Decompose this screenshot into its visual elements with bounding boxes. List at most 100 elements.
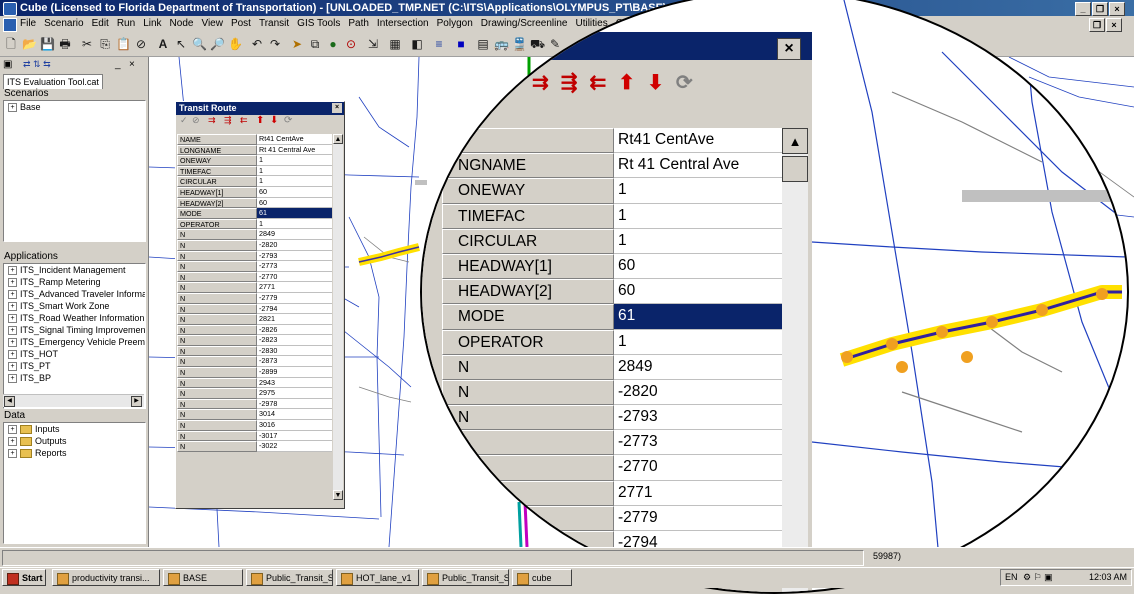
magnified-reverse-route-icon[interactable]: ⟳ (676, 70, 693, 95)
attribute-value-field[interactable]: 2821 (257, 314, 332, 325)
expand-icon[interactable]: + (8, 350, 17, 360)
text-tool-icon[interactable]: A (156, 37, 170, 51)
attribute-value-field[interactable]: 2771 (257, 282, 332, 293)
catalog-tab[interactable]: ITS Evaluation Tool.cat (3, 74, 103, 89)
application-tree-item[interactable]: + ITS_PT (4, 360, 145, 372)
taskbar-button[interactable]: BASE (163, 569, 243, 586)
attribute-value-field[interactable]: 3014 (257, 409, 332, 421)
attribute-value-field[interactable]: -3022 (257, 441, 332, 452)
new-file-icon[interactable]: 🗋 (4, 37, 18, 51)
route-attribute-row[interactable]: N 3016 (177, 420, 332, 431)
menu-item-gis-tools[interactable]: GIS Tools (297, 16, 340, 32)
route-attribute-row[interactable]: ONEWAY 1 (177, 155, 332, 166)
expand-icon[interactable]: + (8, 338, 17, 348)
route-attribute-row[interactable]: OPERATOR 1 (177, 218, 332, 230)
start-button[interactable]: Start (2, 569, 46, 586)
attribute-value-field[interactable]: 1 (257, 165, 332, 177)
attribute-value-field[interactable]: -2899 (257, 367, 332, 378)
route-attribute-row[interactable]: N -3022 (177, 441, 332, 452)
insert-node-icon[interactable]: ⇉ (208, 115, 216, 126)
route-attribute-row[interactable]: N -2826 (177, 324, 332, 336)
route-attribute-row[interactable]: N 3014 (177, 409, 332, 421)
paste-icon[interactable]: 📋 (116, 37, 131, 51)
route-attribute-row[interactable]: N -2773 (177, 261, 332, 272)
magnified-move-down-icon[interactable]: ⬇ (647, 70, 664, 95)
route-attribute-row[interactable]: N -2899 (177, 367, 332, 378)
expand-icon[interactable]: + (8, 266, 17, 276)
route-attribute-row[interactable]: N -2823 (177, 335, 332, 346)
check-icon[interactable]: ✓ (180, 115, 188, 126)
print-icon[interactable]: 🖶 (58, 37, 72, 51)
attribute-value-field[interactable]: -2793 (257, 250, 332, 262)
magnified-insert-node-icon[interactable]: ⇉ (532, 70, 549, 95)
zoom-out-icon[interactable]: 🔎 (210, 37, 225, 51)
magnified-close-icon[interactable]: × (777, 38, 801, 60)
application-tree-item[interactable]: + ITS_Smart Work Zone (4, 300, 145, 312)
expand-icon[interactable]: + (8, 425, 17, 435)
scroll-down-icon[interactable]: ▼ (333, 490, 343, 500)
attribute-value-field[interactable]: -2770 (257, 271, 332, 283)
menu-item-node[interactable]: Node (170, 16, 194, 32)
application-tree-item[interactable]: + ITS_HOT (4, 348, 145, 360)
application-tree-item[interactable]: + ITS_Ramp Metering (4, 276, 145, 288)
target-icon[interactable]: ⊙ (344, 37, 358, 51)
attribute-value-field[interactable]: 3016 (257, 420, 332, 431)
undo-icon[interactable]: ↶ (250, 37, 264, 51)
attribute-value-field[interactable]: 1 (257, 176, 332, 187)
menu-item-scenario[interactable]: Scenario (44, 16, 83, 32)
scroll-up-icon[interactable]: ▲ (333, 134, 343, 144)
tray-icons[interactable]: ⚙ ⚐ ▣ (1023, 570, 1053, 585)
magnified-scroll-thumb[interactable] (782, 156, 808, 182)
save-icon[interactable]: 💾 (40, 37, 55, 51)
route-attribute-row[interactable]: MODE 61 (177, 208, 332, 219)
attribute-value-field[interactable]: 1 (257, 218, 332, 230)
menu-item-post[interactable]: Post (231, 16, 251, 32)
attribute-value-field[interactable]: 2975 (257, 388, 332, 399)
menu-item-edit[interactable]: Edit (92, 16, 109, 32)
attribute-value-field[interactable]: -3017 (257, 430, 332, 442)
scroll-left-icon[interactable]: ◀ (4, 396, 15, 407)
route-attribute-row[interactable]: N 2975 (177, 388, 332, 399)
pan-hand-icon[interactable]: ✋ (228, 37, 243, 51)
attribute-value-field[interactable]: 60 (257, 197, 332, 209)
expand-icon[interactable]: + (8, 437, 17, 447)
route-attribute-row[interactable]: N -2770 (177, 271, 332, 283)
expand-icon[interactable]: + (8, 278, 17, 288)
applications-hscroll[interactable]: ◀ ▶ (3, 394, 144, 407)
data-tree-item[interactable]: + Inputs (4, 423, 145, 435)
attribute-value-field[interactable]: -2873 (257, 356, 332, 368)
attribute-value-field[interactable]: -2830 (257, 345, 332, 357)
cancel-icon[interactable]: ⊘ (192, 115, 200, 126)
attribute-value-field[interactable]: -2820 (257, 239, 332, 251)
attribute-value-field[interactable]: Rt 41 Central Ave (257, 144, 332, 156)
attribute-value-field[interactable]: -2773 (257, 261, 332, 272)
route-attribute-row[interactable]: HEADWAY[1] 60 (177, 186, 332, 198)
route-attribute-row[interactable]: N -2830 (177, 345, 332, 357)
move-up-icon[interactable]: ⬆ (256, 115, 264, 126)
application-tree-item[interactable]: + ITS_Advanced Traveler Informat (4, 288, 145, 300)
route-attribute-row[interactable]: N -2873 (177, 356, 332, 368)
expand-icon[interactable]: + (8, 326, 17, 336)
zoom-in-icon[interactable]: 🔍 (192, 37, 207, 51)
route-attribute-row[interactable]: N -2779 (177, 292, 332, 304)
attribute-value-field[interactable]: Rt41 CentAve (257, 134, 332, 145)
node-tool-icon[interactable]: ⧉ (308, 37, 322, 51)
remove-node-icon[interactable]: ⇇ (240, 115, 248, 126)
attribute-value-field[interactable]: 2943 (257, 377, 332, 389)
application-tree-item[interactable]: + ITS_Signal Timing Improvements (4, 324, 145, 336)
menu-item-run[interactable]: Run (117, 16, 135, 32)
magnified-scrollbar[interactable]: ▲ (782, 128, 808, 592)
route-attribute-row[interactable]: N -2794 (177, 303, 332, 315)
document-icon[interactable] (3, 18, 17, 32)
attribute-value-field[interactable]: 60 (257, 186, 332, 198)
globe-icon[interactable]: ● (326, 37, 340, 51)
taskbar-button[interactable]: cube (512, 569, 572, 586)
menu-item-intersection[interactable]: Intersection (377, 16, 429, 32)
expand-icon[interactable]: + (8, 374, 17, 384)
route-attribute-row[interactable]: N 2821 (177, 314, 332, 325)
taskbar-button[interactable]: HOT_lane_v1 (336, 569, 419, 586)
panel-minimize-icon[interactable]: _ (115, 59, 121, 70)
attribute-value-field[interactable]: -2779 (257, 292, 332, 304)
stop-icon[interactable]: ⊘ (134, 37, 148, 51)
expand-icon[interactable]: + (8, 103, 17, 113)
